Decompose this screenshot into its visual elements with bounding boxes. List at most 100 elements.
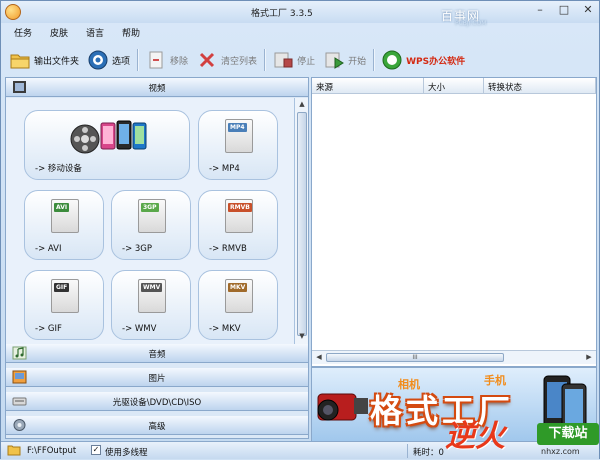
title-bar[interactable]: 格式工厂 3.3.5 百事网 PCBJI.COM – □ ✕ <box>1 1 599 27</box>
avi-file-icon: AVI <box>51 199 79 233</box>
wps-label: WPS办公软件 <box>406 56 466 67</box>
close-button[interactable]: ✕ <box>581 4 595 17</box>
scroll-right-icon[interactable]: ▶ <box>584 353 594 363</box>
site-logo-badge: 下载站 <box>537 423 599 445</box>
gif-file-icon: GIF <box>51 279 79 313</box>
category-pane: 视频 -> 移动设备 MP4 -> MP4 AVI -> AVI 3GP -> … <box>5 77 309 439</box>
3gp-file-icon: 3GP <box>138 199 166 233</box>
tile-mkv-label: -> MKV <box>209 324 241 334</box>
app-window: 格式工厂 3.3.5 百事网 PCBJI.COM – □ ✕ 任务 皮肤 语言 … <box>0 0 600 459</box>
tile-wmv[interactable]: WMV -> WMV <box>111 270 191 340</box>
tile-avi-label: -> AVI <box>35 244 62 254</box>
rmvb-file-icon: RMVB <box>225 199 253 233</box>
tile-mp4-label: -> MP4 <box>209 164 240 174</box>
tile-mp4[interactable]: MP4 -> MP4 <box>198 110 278 180</box>
scroll-down-icon[interactable]: ▼ <box>297 332 307 342</box>
options-button[interactable]: 选项 <box>83 47 134 73</box>
clear-list-label: 清空列表 <box>221 56 258 67</box>
multithread-checkbox[interactable]: ✓ <box>91 445 101 455</box>
mkv-badge: MKV <box>228 283 248 292</box>
site-logo-url: nhxz.com <box>541 447 580 456</box>
start-button[interactable]: 开始 <box>319 47 370 73</box>
hscroll-thumb[interactable]: III <box>326 353 504 362</box>
remove-file-icon <box>149 51 163 69</box>
folder-icon <box>10 54 30 69</box>
window-title: 格式工厂 3.3.5 <box>251 9 313 19</box>
category-disc-label: 光驱设备\DVD\CD\ISO <box>112 398 202 408</box>
window-controls: – □ ✕ <box>533 4 595 17</box>
start-label: 开始 <box>348 56 367 67</box>
output-folder-button[interactable]: 输出文件夹 <box>5 47 83 73</box>
status-divider <box>407 444 408 458</box>
category-video-label: 视频 <box>148 84 166 94</box>
tile-mkv[interactable]: MKV -> MKV <box>198 270 278 340</box>
wmv-badge: WMV <box>141 283 163 292</box>
rmvb-badge: RMVB <box>228 203 252 212</box>
file-list-panel: 来源 大小 转换状态 ◀ III ▶ <box>311 77 597 367</box>
wps-icon <box>382 50 402 70</box>
scroll-left-icon[interactable]: ◀ <box>314 353 324 363</box>
tile-3gp-label: -> 3GP <box>122 244 153 254</box>
tile-mobile-device[interactable]: -> 移动设备 <box>24 110 190 180</box>
multithread-label: 使用多线程 <box>105 448 148 458</box>
scroll-up-icon[interactable]: ▲ <box>297 100 307 110</box>
app-logo-icon <box>5 4 21 20</box>
category-video-header[interactable]: 视频 <box>6 78 308 97</box>
toolbar: 输出文件夹 选项 移除 清空列表 停止 开始 WPS办公软件 <box>5 45 597 75</box>
clear-list-button[interactable]: 清空列表 <box>192 47 261 73</box>
toolbar-divider <box>137 49 139 71</box>
mobile-device-icon <box>70 120 147 154</box>
site-logo-text: 逆火 <box>445 419 505 454</box>
stop-button[interactable]: 停止 <box>268 47 319 73</box>
options-label: 选项 <box>112 56 131 67</box>
remove-button[interactable]: 移除 <box>141 47 192 73</box>
elapsed-time: 耗时：0 <box>413 448 444 458</box>
remove-label: 移除 <box>170 56 189 67</box>
tile-mobile-device-label: -> 移动设备 <box>35 164 82 174</box>
menu-skin[interactable]: 皮肤 <box>47 26 71 39</box>
category-disc-header[interactable]: 光驱设备\DVD\CD\ISO <box>6 392 308 411</box>
column-source[interactable]: 来源 <box>312 78 424 94</box>
watermark-logo: 百事网 PCBJI.COM <box>441 7 486 27</box>
tile-avi[interactable]: AVI -> AVI <box>24 190 104 260</box>
site-logo: 逆火 下载站 nhxz.com <box>445 411 600 460</box>
options-icon <box>88 50 108 70</box>
file-list-hscrollbar[interactable]: ◀ III ▶ <box>312 350 596 364</box>
tile-gif[interactable]: GIF -> GIF <box>24 270 104 340</box>
mp4-badge: MP4 <box>228 123 247 132</box>
minimize-button[interactable]: – <box>533 4 547 17</box>
category-advanced-header[interactable]: 高级 <box>6 416 308 435</box>
column-status[interactable]: 转换状态 <box>484 78 596 94</box>
output-folder-label: 输出文件夹 <box>34 56 80 67</box>
menu-task[interactable]: 任务 <box>11 26 35 39</box>
video-format-grid: -> 移动设备 MP4 -> MP4 AVI -> AVI 3GP -> 3GP… <box>6 98 294 344</box>
mkv-file-icon: MKV <box>225 279 253 313</box>
wps-button[interactable]: WPS办公软件 <box>377 47 469 73</box>
watermark-subtext: PCBJI.COM <box>455 20 487 27</box>
output-path: F:\FFOutput <box>27 446 77 456</box>
start-icon <box>325 52 345 69</box>
menu-help[interactable]: 帮助 <box>119 26 143 39</box>
stop-label: 停止 <box>297 56 316 67</box>
category-audio-label: 音频 <box>148 350 166 360</box>
3gp-badge: 3GP <box>141 203 159 212</box>
category-image-label: 图片 <box>148 374 166 384</box>
tile-3gp[interactable]: 3GP -> 3GP <box>111 190 191 260</box>
category-image-header[interactable]: 图片 <box>6 368 308 387</box>
column-size[interactable]: 大小 <box>424 78 484 94</box>
tile-rmvb[interactable]: RMVB -> RMVB <box>198 190 278 260</box>
clear-list-icon <box>199 52 215 68</box>
tile-wmv-label: -> WMV <box>122 324 157 334</box>
toolbar-divider <box>373 49 375 71</box>
camcorder-icon <box>317 393 368 421</box>
scroll-thumb[interactable] <box>297 112 307 336</box>
output-folder-icon[interactable] <box>7 444 21 456</box>
tile-gif-label: -> GIF <box>35 324 62 334</box>
video-grid-scrollbar[interactable]: ▲ ▼ <box>294 98 308 344</box>
category-audio-header[interactable]: 音频 <box>6 344 308 363</box>
menu-language[interactable]: 语言 <box>83 26 107 39</box>
mp4-file-icon: MP4 <box>225 119 253 153</box>
tile-rmvb-label: -> RMVB <box>209 244 247 254</box>
wmv-file-icon: WMV <box>138 279 166 313</box>
maximize-button[interactable]: □ <box>557 4 571 17</box>
